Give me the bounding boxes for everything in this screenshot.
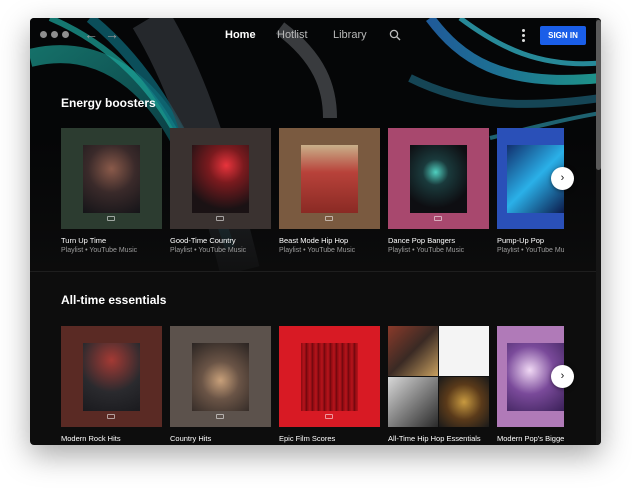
- section-title-energy: Energy boosters: [61, 96, 156, 110]
- app-window: ← → Home Hotlist Library SIGN IN Energy …: [30, 18, 601, 445]
- playlist-subtitle: Playlist • YouTube Music: [61, 247, 138, 254]
- playlist-subtitle: Playlist • YouTube Music: [279, 247, 356, 254]
- playlist-title[interactable]: Modern Rock Hits: [61, 434, 171, 443]
- more-vert-icon[interactable]: [522, 29, 526, 43]
- playlist-title[interactable]: Dance Pop Bangers: [388, 236, 498, 245]
- playlist-title[interactable]: Beast Mode Hip Hop: [279, 236, 389, 245]
- section-title-essentials: All-time essentials: [61, 293, 167, 307]
- playlist-title[interactable]: Pump-Up Pop: [497, 236, 601, 245]
- nav-home[interactable]: Home: [225, 29, 256, 41]
- playlist-thumbnail[interactable]: [388, 128, 489, 229]
- window-close-dot[interactable]: [40, 31, 47, 38]
- playlist-thumbnail[interactable]: [61, 128, 162, 229]
- arrow-right-icon[interactable]: →: [105, 27, 119, 41]
- search-icon[interactable]: [389, 29, 401, 41]
- playlist-title[interactable]: All-Time Hip Hop Essentials: [388, 434, 498, 443]
- playlist-title[interactable]: Country Hits: [170, 434, 280, 443]
- playlist-subtitle: Playlist • YouTube Music: [388, 247, 465, 254]
- playlist-title[interactable]: Good-Time Country: [170, 236, 280, 245]
- arrow-left-icon[interactable]: ←: [84, 27, 98, 41]
- top-bar: ← → Home Hotlist Library SIGN IN: [30, 18, 601, 54]
- nav-library[interactable]: Library: [333, 29, 367, 41]
- window-zoom-dot[interactable]: [62, 31, 69, 38]
- playlist-thumbnail[interactable]: [170, 326, 271, 427]
- chevron-right-icon[interactable]: ›: [551, 365, 574, 388]
- nav-hotlist[interactable]: Hotlist: [277, 29, 308, 41]
- playlist-subtitle: Playlist • YouTube Music: [497, 247, 564, 254]
- playlist-title[interactable]: Turn Up Time: [61, 236, 171, 245]
- chevron-right-icon[interactable]: ›: [551, 167, 574, 190]
- playlist-thumbnail[interactable]: [279, 128, 380, 229]
- scrollbar[interactable]: [596, 18, 601, 445]
- scrollbar-thumb[interactable]: [596, 20, 601, 170]
- playlist-subtitle: Playlist • YouTube Music: [170, 247, 247, 254]
- playlist-title[interactable]: Modern Pop's Biggest Hits: [497, 434, 564, 443]
- sign-in-button[interactable]: SIGN IN: [540, 26, 586, 45]
- playlist-thumbnail[interactable]: [279, 326, 380, 427]
- section-divider: [30, 271, 601, 272]
- playlist-thumbnail[interactable]: [61, 326, 162, 427]
- playlist-thumbnail[interactable]: [388, 326, 489, 427]
- window-minimize-dot[interactable]: [51, 31, 58, 38]
- playlist-thumbnail[interactable]: [170, 128, 271, 229]
- playlist-title[interactable]: Epic Film Scores: [279, 434, 389, 443]
